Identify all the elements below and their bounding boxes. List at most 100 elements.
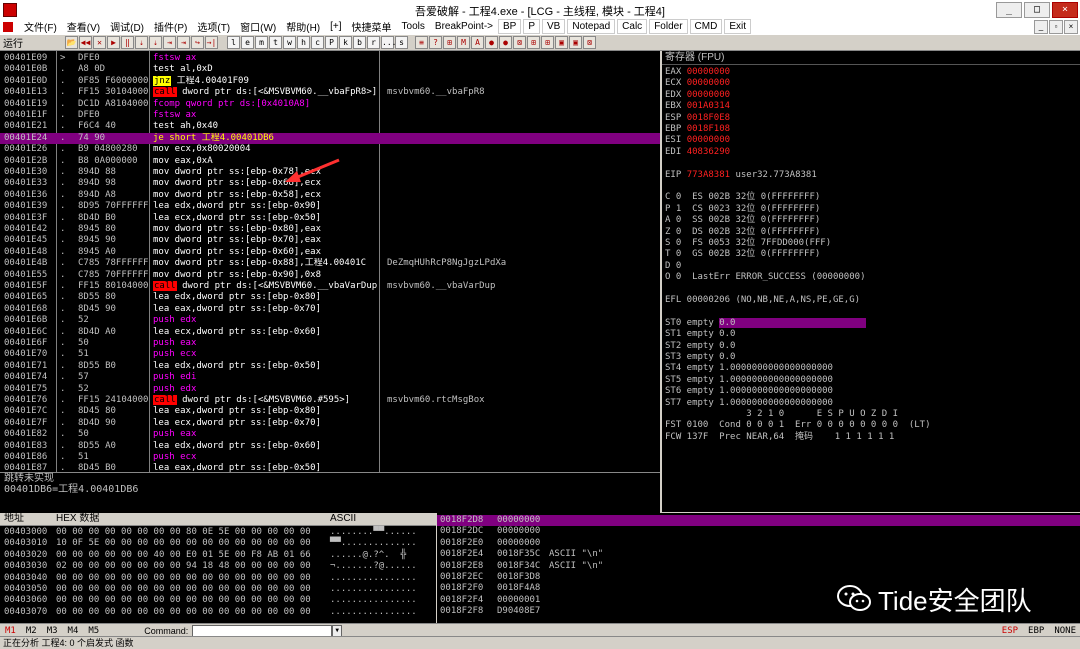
disasm-row[interactable]: 00401E42. 8945 80 mov dword ptr ss:[ebp-0x… xyxy=(0,224,660,235)
disasm-row[interactable]: 00401E6F. 50 push eax xyxy=(0,338,660,349)
register-line[interactable]: P 1 CS 0023 32位 0(FFFFFFFF) xyxy=(665,204,820,215)
disasm-row[interactable]: 00401E13. FF15 30104000 call dword ptr ds:… xyxy=(0,87,660,98)
menu-breakpoint[interactable]: BreakPoint-> xyxy=(430,21,498,32)
plugin-calc[interactable]: Calc xyxy=(617,19,648,34)
run-icon[interactable]: ▶ xyxy=(107,36,120,49)
menu-view[interactable]: 查看(V) xyxy=(62,19,105,34)
plugin-icon-7[interactable]: ⊞ xyxy=(527,36,540,49)
plugin-exit[interactable]: Exit xyxy=(724,19,751,34)
register-line[interactable]: O 0 LastErr ERROR_SUCCESS (00000000) xyxy=(665,272,865,283)
disasm-row[interactable]: 00401E19. DC1D A8104000 fcomp qword ptr ds… xyxy=(0,99,660,110)
memory-tab-m4[interactable]: M4 xyxy=(63,626,84,636)
close-button[interactable]: × xyxy=(1052,2,1078,18)
dump-header-addr[interactable]: 地址 xyxy=(4,513,24,525)
register-line[interactable]: ST3 empty 0.0 xyxy=(665,352,735,363)
toolbar-s[interactable]: s xyxy=(395,36,408,49)
open-icon[interactable]: 📂 xyxy=(65,36,78,49)
plugin-icon-4[interactable]: ● xyxy=(485,36,498,49)
register-line[interactable]: EIP 773A8381 user32.773A8381 xyxy=(665,170,817,181)
plugin-icon-11[interactable]: ⊠ xyxy=(583,36,596,49)
toolbar-e[interactable]: e xyxy=(241,36,254,49)
stack-row[interactable]: 0018F2E0 00000000 xyxy=(437,538,1080,549)
toolbar-c[interactable]: c xyxy=(311,36,324,49)
register-line[interactable]: FCW 137F Prec NEAR,64 掩码 1 1 1 1 1 1 xyxy=(665,432,894,443)
execute-till-return-icon[interactable]: ↪ xyxy=(191,36,204,49)
plugin-icon-1[interactable]: ⊞ xyxy=(443,36,456,49)
stack-row[interactable]: 0018F2D8 00000000 xyxy=(437,515,1080,527)
plugin-icon-3[interactable]: A xyxy=(471,36,484,49)
menu-debug[interactable]: 调试(D) xyxy=(105,19,149,34)
register-line[interactable]: ST0 empty 0.0 xyxy=(665,317,866,329)
disasm-row[interactable]: 00401E87. 8D45 B0 lea eax,dword ptr ss:[eb… xyxy=(0,463,660,472)
toolbar-r[interactable]: r xyxy=(367,36,380,49)
register-line[interactable]: EDI 40836290 xyxy=(665,147,730,158)
chevron-down-icon[interactable]: ▼ xyxy=(332,624,343,637)
disasm-row[interactable]: 00401E36. 894D A8 mov dword ptr ss:[ebp-0x… xyxy=(0,190,660,201)
register-line[interactable]: ST5 empty 1.0000000000000000000 xyxy=(665,375,833,386)
toolbar-h[interactable]: h xyxy=(297,36,310,49)
disasm-row[interactable]: 00401E0B. A8 0D test al,0xD xyxy=(0,64,660,75)
registers-pane[interactable]: 寄存器 (FPU) EAX 00000000 ECX 00000000 EDX 00… xyxy=(662,51,1080,512)
register-line[interactable]: T 0 GS 002B 32位 0(FFFFFFFF) xyxy=(665,249,820,260)
disasm-row[interactable]: 00401E39. 8D95 70FFFFFF lea edx,dword ptr … xyxy=(0,201,660,212)
plugin-icon-9[interactable]: ▣ xyxy=(555,36,568,49)
register-line[interactable]: ESI 00000000 xyxy=(665,135,730,146)
toolbar-b[interactable]: b xyxy=(353,36,366,49)
follow-esp-button[interactable]: ESP xyxy=(1002,626,1018,636)
disasm-row[interactable]: 00401E86. 51 push ecx xyxy=(0,452,660,463)
menu-plugins[interactable]: 插件(P) xyxy=(149,19,192,34)
plugin-icon-10[interactable]: ▣ xyxy=(569,36,582,49)
plugin-cmd[interactable]: CMD xyxy=(689,19,723,34)
plugin-notepad[interactable]: Notepad xyxy=(567,19,616,34)
register-line[interactable]: ST7 empty 1.0000000000000000000 xyxy=(665,398,833,409)
register-line[interactable]: ESP 0018F0E8 xyxy=(665,113,730,124)
register-line[interactable]: ECX 00000000 xyxy=(665,78,730,89)
plugin-p[interactable]: P xyxy=(523,19,541,34)
register-line[interactable]: Z 0 DS 002B 32位 0(FFFFFFFF) xyxy=(665,227,820,238)
menu-help[interactable]: 帮助(H) xyxy=(281,19,325,34)
mdi-minimize-button[interactable]: _ xyxy=(1034,20,1048,34)
menu-options[interactable]: 选项(T) xyxy=(192,19,235,34)
register-line[interactable]: EFL 00000206 (NO,NB,NE,A,NS,PE,GE,G) xyxy=(665,295,860,306)
menu-tools[interactable]: Tools xyxy=(397,21,430,32)
menu-shortcut[interactable]: 快捷菜单 xyxy=(347,19,397,34)
plugin-icon-6[interactable]: ⊠ xyxy=(513,36,526,49)
stack-row[interactable]: 0018F2E8 0018F34C ASCII "\n" xyxy=(437,561,1080,572)
mdi-close-button[interactable]: × xyxy=(1064,20,1078,34)
disasm-row[interactable]: 00401E26. B9 04800280 mov ecx,0x80020004 xyxy=(0,144,660,155)
disasm-row[interactable]: 00401E0D. 0F85 F6000000 jnz 工程4.00401F09 xyxy=(0,75,660,87)
disasm-row[interactable]: 00401E74. 57 push edi xyxy=(0,372,660,383)
register-line[interactable]: S 0 FS 0053 32位 7FFDD000(FFF) xyxy=(665,238,831,249)
menu-window[interactable]: 窗口(W) xyxy=(235,19,281,34)
disasm-row[interactable]: 00401E1F. DFE0 fstsw ax xyxy=(0,110,660,121)
disasm-row[interactable]: 00401E82. 50 push eax xyxy=(0,429,660,440)
step-over-icon[interactable]: ⇣ xyxy=(149,36,162,49)
plugin-icon-8[interactable]: ⊞ xyxy=(541,36,554,49)
mdi-restore-button[interactable]: ▫ xyxy=(1049,20,1063,34)
register-line[interactable]: FST 0100 Cond 0 0 0 1 Err 0 0 0 0 0 0 0 … xyxy=(665,420,931,431)
register-line[interactable]: D 0 xyxy=(665,261,681,272)
toolbar-p[interactable]: P xyxy=(325,36,338,49)
toolbar-t[interactable]: t xyxy=(269,36,282,49)
toolbar-w[interactable]: w xyxy=(283,36,296,49)
disasm-row[interactable]: 00401E70. 51 push ecx xyxy=(0,349,660,360)
disasm-row[interactable]: 00401E4B. C785 78FFFFFF mov dword ptr ss:[… xyxy=(0,258,660,269)
toolbar-m[interactable]: m xyxy=(255,36,268,49)
minimize-button[interactable]: _ xyxy=(996,2,1022,18)
disasm-row[interactable]: 00401E75. 52 push edx xyxy=(0,384,660,395)
register-line[interactable]: EDX 00000000 xyxy=(665,90,730,101)
disasm-row[interactable]: 00401E48. 8945 A0 mov dword ptr ss:[ebp-0x… xyxy=(0,247,660,258)
memory-tab-m3[interactable]: M3 xyxy=(42,626,63,636)
maximize-button[interactable]: □ xyxy=(1024,2,1050,18)
list-icon[interactable]: ≡ xyxy=(415,36,428,49)
disasm-row[interactable]: 00401E83. 8D55 A0 lea edx,dword ptr ss:[eb… xyxy=(0,441,660,452)
disasm-row[interactable]: 00401E7C. 8D45 80 lea eax,dword ptr ss:[eb… xyxy=(0,406,660,417)
register-line[interactable]: ST4 empty 1.0000000000000000000 xyxy=(665,363,833,374)
plugin-icon-2[interactable]: M xyxy=(457,36,470,49)
goto-icon[interactable]: →| xyxy=(205,36,218,49)
disasm-row[interactable]: 00401E6B. 52 push edx xyxy=(0,315,660,326)
dump-header-hex[interactable]: HEX 数据 xyxy=(56,513,99,525)
disasm-row[interactable]: 00401E21. F6C4 40 test ah,0x40 xyxy=(0,121,660,132)
disasm-row[interactable]: 00401E7F. 8D4D 90 lea ecx,dword ptr ss:[eb… xyxy=(0,418,660,429)
plugin-bp[interactable]: BP xyxy=(498,19,522,34)
